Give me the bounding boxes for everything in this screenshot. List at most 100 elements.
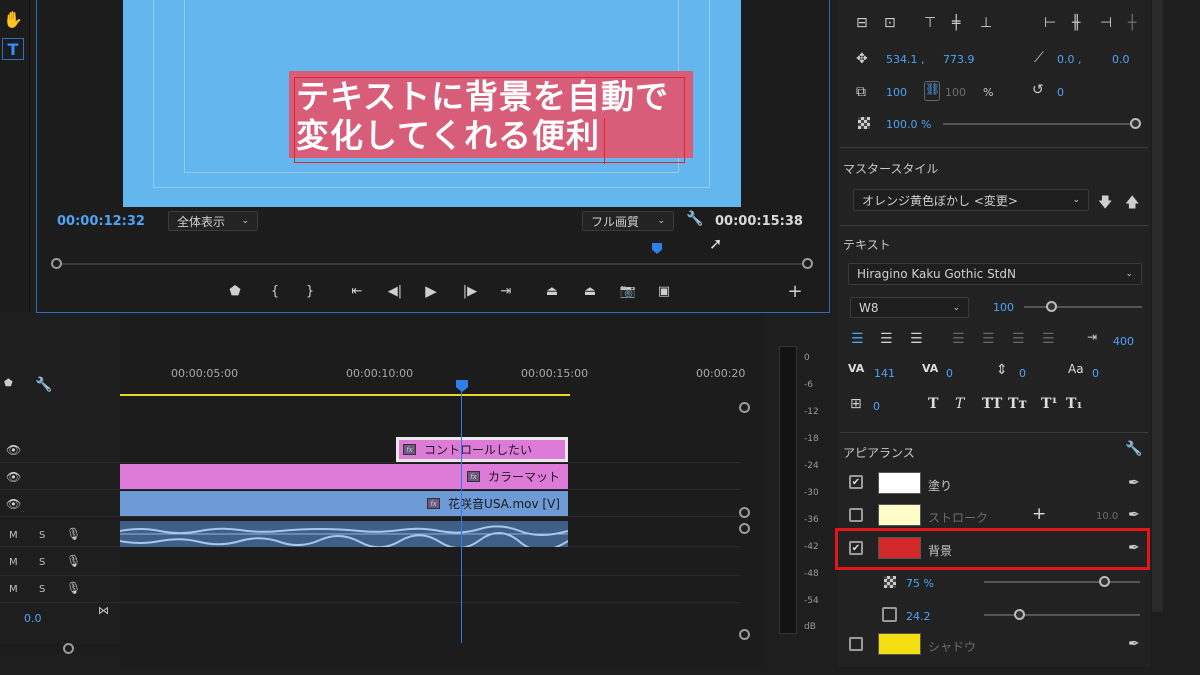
tab-value[interactable]: 0 [873,400,880,413]
add-marker-icon[interactable]: ⬟ [226,282,244,300]
master-volume-value[interactable]: 0.0 [24,612,42,625]
justify-center-icon[interactable]: ☰ [982,331,995,347]
eyedropper-icon[interactable]: ✒ [1128,507,1140,523]
comparison-view-icon[interactable]: ▣ [655,282,673,300]
step-back-icon[interactable]: ◀| [386,282,404,300]
align-vertical-center-icon[interactable]: ⊟ [856,15,868,31]
eye-icon[interactable]: 👁 [6,443,21,457]
align-left-icon[interactable]: ⊢ [1044,15,1056,31]
mute-button[interactable]: M [9,530,18,541]
tsume-value[interactable]: 0 [946,367,953,380]
add-stroke-plus-icon[interactable]: + [1032,504,1046,524]
video-clip[interactable]: fx 花咲音USA.mov [V] [120,491,568,516]
small-caps-button[interactable]: Tт [1008,396,1027,412]
type-tool-icon[interactable]: T [2,38,24,60]
scrub-start-handle[interactable] [51,258,62,269]
current-timecode[interactable]: 00:00:12:32 [57,214,145,229]
distribute-icon[interactable]: ┼ [1128,15,1136,31]
zoom-handle[interactable] [63,643,74,654]
text-clip[interactable]: fx コントロールしたい [396,437,568,462]
fit-dropdown[interactable]: 全体表示 ⌄ [168,211,258,231]
justify-left-icon[interactable]: ☰ [952,331,965,347]
link-icon[interactable]: ⛓ [924,81,940,101]
extract-icon[interactable]: ⏏ [581,282,599,300]
align-right-icon[interactable]: ⊣ [1100,15,1112,31]
timeline-horizontal-scrollbar[interactable] [0,644,740,654]
color-matte-clip[interactable]: fx カラーマット [120,464,568,489]
hand-tool-icon[interactable]: ✋ [2,8,24,30]
align-right-text-icon[interactable]: ☰ [910,331,923,347]
wrench-icon[interactable]: 🔧 [1125,441,1142,457]
faux-bold-button[interactable]: T [928,396,938,412]
align-center-text-icon[interactable]: ☰ [880,331,893,347]
align-horizontal-center-icon[interactable]: ⊡ [884,15,896,31]
faux-italic-button[interactable]: T [955,396,964,412]
scale-value[interactable]: 100 [886,86,907,99]
font-size-value[interactable]: 100 [993,301,1014,314]
eye-icon[interactable]: 👁 [6,497,21,511]
mute-button[interactable]: M [9,584,18,595]
align-bottom-icon[interactable]: ⊥ [980,15,992,31]
rotation-value[interactable]: 0 [1057,86,1064,99]
push-down-arrow-icon[interactable]: 🡇 [1098,192,1112,216]
justify-all-icon[interactable]: ☰ [1042,331,1055,347]
font-family-dropdown[interactable]: Hiragino Kaku Gothic StdN ⌄ [848,263,1142,285]
position-y[interactable]: 773.9 [943,53,975,66]
go-to-out-icon[interactable]: ⇥ [497,282,515,300]
microphone-icon[interactable]: 🎙 [66,581,81,595]
audio-clip[interactable] [119,521,569,552]
text-selection-box[interactable] [294,77,685,163]
font-size-slider[interactable] [1024,306,1142,308]
anchor-y[interactable]: 0.0 [1112,53,1130,66]
position-x[interactable]: 534.1 , [886,53,924,66]
scale-height-value[interactable]: 100 [945,86,966,99]
button-editor-plus-icon[interactable]: + [786,281,804,302]
scroll-handle[interactable] [739,629,750,640]
go-to-in-icon[interactable]: ⇤ [348,282,366,300]
subscript-button[interactable]: T₁ [1066,396,1083,412]
eyedropper-icon[interactable]: ✒ [1128,475,1140,491]
opacity-slider[interactable] [943,123,1136,125]
monitor-scrub-bar[interactable] [53,263,808,265]
bg-opacity-value[interactable]: 75 % [906,577,934,590]
mark-out-icon[interactable]: } [301,282,319,300]
align-left-text-icon[interactable]: ☰ [851,331,864,347]
mute-button[interactable]: M [9,557,18,568]
scroll-handle[interactable] [739,507,750,518]
eye-icon[interactable]: 👁 [6,470,21,484]
bg-size-slider-knob[interactable] [1014,609,1025,620]
marker-icon[interactable]: ⬟ [4,378,13,389]
fill-color-swatch[interactable] [878,472,921,494]
bg-opacity-slider-knob[interactable] [1099,576,1110,587]
bg-size-value[interactable]: 24.2 [906,610,931,623]
all-caps-button[interactable]: TT [982,396,1002,412]
push-up-arrow-icon[interactable]: 🡅 [1125,192,1139,216]
shadow-checkbox[interactable] [849,637,863,651]
solo-button[interactable]: S [39,557,45,568]
scroll-handle[interactable] [739,402,750,413]
stroke-width-value[interactable]: 10.0 [1096,511,1118,522]
align-center-icon[interactable]: ╫ [1072,15,1080,31]
tab-width-value[interactable]: 400 [1113,335,1134,348]
scroll-handle[interactable] [739,523,750,534]
kerning-value[interactable]: 141 [874,367,895,380]
work-area-bar[interactable] [120,394,570,396]
stroke-checkbox[interactable] [849,508,863,522]
shadow-color-swatch[interactable] [878,633,921,655]
opacity-slider-knob[interactable] [1130,118,1141,129]
mark-in-icon[interactable]: { [266,282,284,300]
quality-dropdown[interactable]: フル画質 ⌄ [582,211,674,231]
wrench-icon[interactable]: 🔧 [35,377,52,393]
align-top-icon[interactable]: ⊤ [924,15,936,31]
align-middle-icon[interactable]: ╪ [952,15,960,31]
solo-button[interactable]: S [39,530,45,541]
fill-checkbox[interactable]: ✔ [849,475,863,489]
panel-scrollbar[interactable] [1152,0,1163,612]
solo-button[interactable]: S [39,584,45,595]
mix-icon[interactable]: ⋈ [98,604,109,617]
baseline-shift-value[interactable]: 0 [1092,367,1099,380]
leading-value[interactable]: 0 [1019,367,1026,380]
scrub-end-handle[interactable] [802,258,813,269]
font-size-slider-knob[interactable] [1046,301,1057,312]
lift-icon[interactable]: ⏏ [543,282,561,300]
